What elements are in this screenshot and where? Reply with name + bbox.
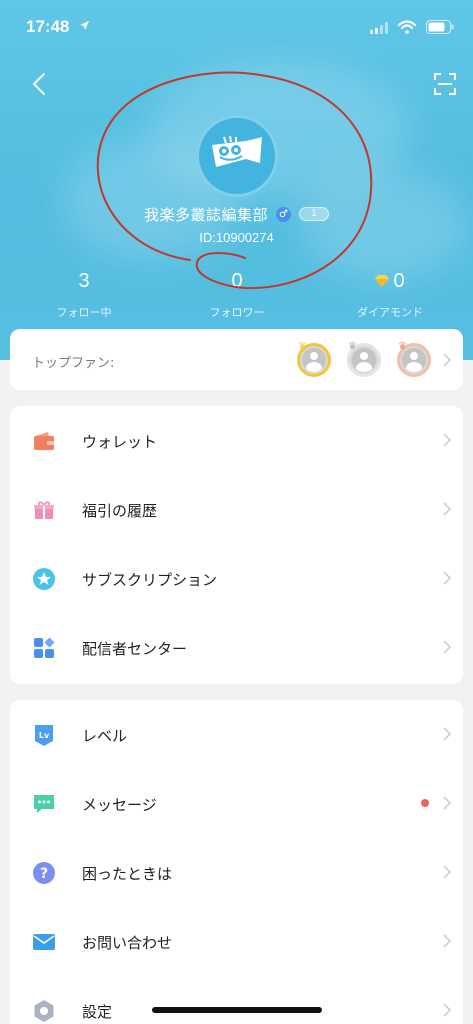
- location-arrow-icon: [80, 21, 89, 30]
- gift-icon: [34, 501, 54, 519]
- followers-stat[interactable]: 0 フォロワー: [167, 268, 307, 320]
- username: 我楽多叢誌編集部: [143, 205, 268, 224]
- signal-icon: [370, 22, 388, 34]
- menu-group-1: ウォレット 福引の履歴 サブスクリプション 配信者センター: [10, 406, 463, 684]
- following-stat[interactable]: 3 フォロー中: [14, 268, 154, 320]
- diamond-stat[interactable]: 0 ダイアモンド: [320, 268, 460, 320]
- unread-badge: [421, 799, 429, 807]
- username-row: 我楽多叢誌編集部 ♂ 1: [0, 202, 473, 226]
- grid-icon: [34, 637, 55, 658]
- menu-item-subscription[interactable]: サブスクリプション: [10, 544, 463, 613]
- settings-icon: [34, 1000, 54, 1022]
- menu-item-settings[interactable]: 設定: [10, 976, 463, 1024]
- chevron-right-icon: [443, 727, 451, 741]
- svg-text:?: ?: [40, 866, 48, 882]
- diamond-value-row: 0: [320, 268, 460, 294]
- back-arrow-icon[interactable]: [26, 70, 52, 98]
- avatar[interactable]: [196, 115, 278, 197]
- wallet-icon: [34, 432, 54, 450]
- menu-item-messages[interactable]: メッセージ: [10, 769, 463, 838]
- svg-text:Lv: Lv: [39, 731, 50, 740]
- user-id: ID:10900274: [199, 230, 274, 245]
- wifi-icon: [398, 20, 416, 34]
- chevron-right-icon: [443, 433, 451, 447]
- chevron-right-icon: [443, 353, 451, 367]
- scan-icon[interactable]: [434, 73, 456, 95]
- menu-item-creator-center[interactable]: 配信者センター: [10, 613, 463, 682]
- chevron-right-icon: [443, 502, 451, 516]
- top-fan-3-avatar[interactable]: ♛: [397, 341, 431, 377]
- menu-label-wallet: ウォレット: [82, 433, 158, 451]
- level-icon: Lv: [35, 725, 53, 746]
- status-bar: 17:48: [0, 0, 473, 54]
- chevron-right-icon: [443, 640, 451, 654]
- mail-icon: [33, 934, 55, 950]
- menu-group-2: Lv レベル メッセージ ? 困ったときは お問い合わせ 設定: [10, 700, 463, 1024]
- top-fans-card[interactable]: トップファン: ♛ ♛ ♛: [10, 329, 463, 390]
- chat-icon: [34, 795, 54, 813]
- top-fans-label: トップファン:: [32, 356, 115, 371]
- menu-item-lottery-history[interactable]: 福引の履歴: [10, 475, 463, 544]
- menu-label-level: レベル: [82, 727, 128, 745]
- menu-label-messages: メッセージ: [82, 796, 157, 814]
- following-label: フォロー中: [56, 306, 112, 319]
- menu-label-settings: 設定: [82, 1003, 113, 1021]
- chevron-right-icon: [443, 934, 451, 948]
- menu-label-subscription: サブスクリプション: [82, 571, 218, 589]
- menu-label-creator-center: 配信者センター: [82, 640, 188, 658]
- menu-label-contact: お問い合わせ: [82, 934, 173, 952]
- top-fan-1-avatar[interactable]: ♛: [297, 341, 331, 377]
- level-badge: 1: [299, 207, 329, 221]
- logo-icon: [212, 135, 262, 167]
- chevron-right-icon: [443, 571, 451, 585]
- chevron-right-icon: [443, 1003, 451, 1017]
- menu-item-level[interactable]: Lv レベル: [10, 700, 463, 769]
- menu-label-help: 困ったときは: [82, 865, 173, 883]
- followers-label: フォロワー: [209, 306, 265, 319]
- status-time: 17:48: [26, 17, 70, 36]
- battery-icon: [426, 20, 454, 34]
- top-fan-2-avatar[interactable]: ♛: [347, 341, 381, 377]
- chevron-right-icon: [443, 865, 451, 879]
- following-count: 3: [78, 269, 90, 292]
- star-badge-icon: [33, 568, 55, 590]
- diamond-icon: [375, 275, 390, 287]
- menu-item-help[interactable]: ? 困ったときは: [10, 838, 463, 907]
- male-gender-icon: ♂: [276, 206, 291, 222]
- menu-label-lottery-history: 福引の履歴: [82, 502, 158, 520]
- diamond-count: 0: [393, 269, 405, 292]
- home-indicator: [152, 1007, 322, 1013]
- diamond-label: ダイアモンド: [357, 306, 423, 319]
- followers-count: 0: [231, 269, 243, 292]
- question-icon: ?: [33, 862, 55, 884]
- menu-item-contact[interactable]: お問い合わせ: [10, 907, 463, 976]
- profile-header: 17:48 我楽多叢誌編集部 ♂ 1 ID:10900274 3 フォロー中 0…: [0, 0, 473, 360]
- chevron-right-icon: [443, 796, 451, 810]
- menu-item-wallet[interactable]: ウォレット: [10, 406, 463, 475]
